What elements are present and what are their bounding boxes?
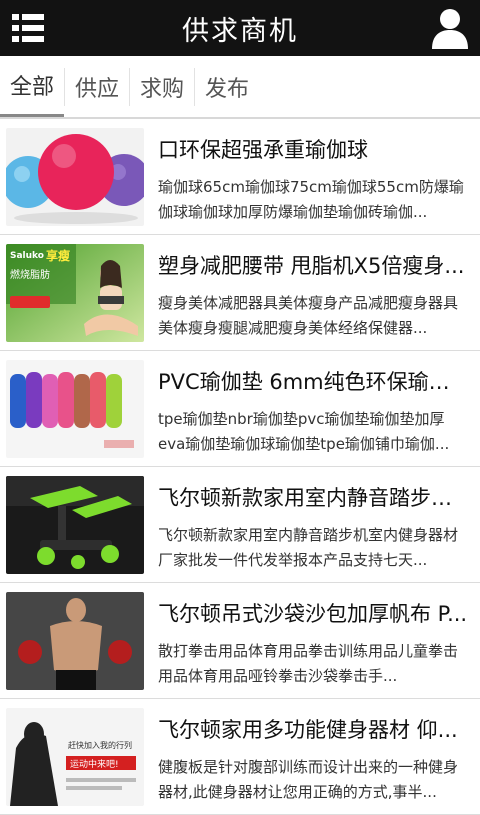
user-icon[interactable] [430, 7, 470, 49]
tab-label: 全部 [9, 75, 54, 100]
product-image-slimming-belt: Saluko 享瘦 燃烧脂肪 [6, 244, 144, 342]
item-description: 瑜伽球65cm瑜伽球75cm瑜伽球55cm防爆瑜伽球瑜伽球加厚防爆瑜伽垫瑜伽砖瑜… [158, 178, 464, 221]
product-image-fitness-ad: 赶快加入我的行列 运动中来吧! [6, 708, 144, 806]
tab-publish[interactable]: 发布 [195, 56, 259, 117]
list-item[interactable]: Saluko 享瘦 燃烧脂肪 塑身减肥腰带 甩脂机X5倍瘦身... 瘦身美体减肥… [0, 235, 480, 351]
item-description: 散打拳击用品体育用品拳击训练用品儿童拳击用品体育用品哑铃拳击沙袋拳击手... [158, 642, 459, 685]
item-title: 塑身减肥腰带 甩脂机X5倍瘦身... [158, 254, 465, 278]
item-title: 口环保超强承重瑜伽球 [158, 138, 368, 162]
product-image-stepper [6, 476, 144, 574]
item-title: 飞尔顿新款家用室内静音踏步机... [158, 486, 470, 510]
ad-slogan-text: 燃烧脂肪 [10, 268, 50, 281]
tab-supply[interactable]: 供应 [65, 56, 129, 117]
product-list: 口环保超强承重瑜伽球 瑜伽球65cm瑜伽球75cm瑜伽球55cm防爆瑜伽球瑜伽球… [0, 119, 480, 815]
ad-line1-text: 赶快加入我的行列 [68, 740, 132, 750]
list-item[interactable]: 赶快加入我的行列 运动中来吧! 飞尔顿家用多功能健身器材 仰... 健腹板是针对… [0, 699, 480, 815]
item-description: 瘦身美体减肥器具美体瘦身产品减肥瘦身器具美体瘦身瘦腿减肥瘦身美体经络保健器... [158, 294, 459, 337]
list-item[interactable]: 飞尔顿吊式沙袋沙包加厚帆布 P... 散打拳击用品体育用品拳击训练用品儿童拳击用… [0, 583, 480, 699]
tab-purchase[interactable]: 求购 [130, 56, 194, 117]
menu-icon[interactable] [10, 10, 46, 46]
item-title: 飞尔顿家用多功能健身器材 仰... [158, 718, 458, 742]
item-title: PVC瑜伽垫 6mm纯色环保瑜珈垫 [158, 370, 470, 394]
item-description: tpe瑜伽垫nbr瑜伽垫pvc瑜伽垫瑜伽垫加厚eva瑜伽垫瑜伽球瑜伽垫tpe瑜伽… [158, 410, 450, 453]
tab-all[interactable]: 全部 [0, 56, 64, 117]
tab-bar: 全部 供应 求购 发布 [0, 56, 480, 119]
top-bar: 供求商机 [0, 0, 480, 56]
ad-headline-text: 享瘦 [46, 248, 70, 263]
tab-label: 求购 [139, 76, 184, 102]
product-image-yoga-balls [6, 128, 144, 226]
item-description: 飞尔顿新款家用室内静音踏步机室内健身器材厂家批发一件代发举报本产品支持七天... [158, 526, 459, 569]
page-title: 供求商机 [182, 15, 298, 47]
item-title: 飞尔顿吊式沙袋沙包加厚帆布 P... [158, 602, 468, 626]
ad-line2-text: 运动中来吧! [70, 758, 119, 770]
list-item[interactable]: PVC瑜伽垫 6mm纯色环保瑜珈垫 tpe瑜伽垫nbr瑜伽垫pvc瑜伽垫瑜伽垫加… [0, 351, 480, 467]
product-image-yoga-mats [6, 360, 144, 458]
tab-label: 发布 [204, 76, 249, 102]
list-item[interactable]: 飞尔顿新款家用室内静音踏步机... 飞尔顿新款家用室内静音踏步机室内健身器材厂家… [0, 467, 480, 583]
product-image-boxer [6, 592, 144, 690]
item-description: 健腹板是针对腹部训练而设计出来的一种健身器材,此健身器材让您用正确的方式,事半.… [158, 758, 459, 801]
list-item[interactable]: 口环保超强承重瑜伽球 瑜伽球65cm瑜伽球75cm瑜伽球55cm防爆瑜伽球瑜伽球… [0, 119, 480, 235]
tab-label: 供应 [74, 76, 119, 102]
ad-brand-text: Saluko [10, 251, 44, 261]
